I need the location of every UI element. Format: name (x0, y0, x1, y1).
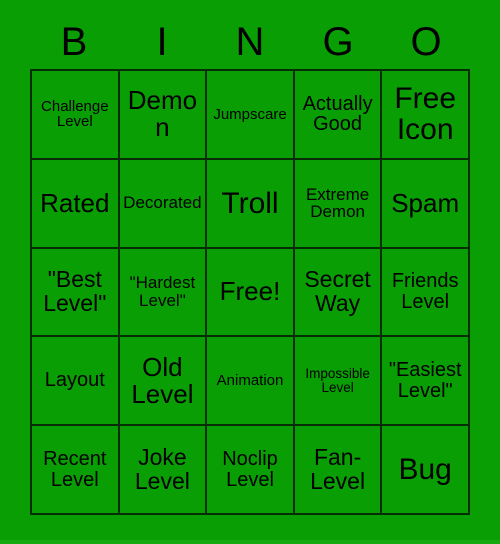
bottom-edge-strip (0, 540, 500, 544)
bingo-cell[interactable]: Spam (382, 159, 470, 249)
bingo-cell-label: Troll (221, 186, 279, 220)
bingo-header-letter-i: I (156, 20, 168, 64)
bingo-cell[interactable]: Animation (207, 337, 295, 427)
bingo-cell-label: Challenge Level (41, 97, 109, 131)
bingo-cell[interactable]: Free! (207, 248, 295, 338)
bingo-cell-label: Jumpscare (213, 105, 287, 123)
bingo-cell-label: "Hardest Level" (129, 273, 196, 310)
bingo-cell[interactable]: Joke Level (119, 426, 208, 515)
bingo-cell-label: Rated (40, 187, 110, 218)
bingo-cell-label: Extreme Demon (305, 184, 370, 222)
bingo-cell[interactable]: Recent Level (32, 426, 120, 515)
bingo-header-letter-o: O (410, 20, 442, 64)
bingo-cell-label: Old Level (131, 351, 194, 409)
bingo-cell-label: Free! (219, 276, 281, 307)
bingo-cell[interactable]: "Hardest Level" (119, 248, 208, 338)
bingo-cell-label: Decorated (123, 193, 202, 213)
bingo-cell[interactable]: Noclip Level (207, 426, 295, 515)
bingo-header-letter-n: N (235, 20, 265, 64)
bingo-header-letter-g: G (322, 20, 354, 64)
bingo-cell-label: Bug (398, 453, 452, 486)
bingo-cell-label: Layout (44, 369, 105, 392)
bingo-cell[interactable]: Extreme Demon (294, 159, 383, 249)
bingo-cell-label: "Easiest Level" (388, 358, 462, 402)
bingo-cell[interactable]: Challenge Level (32, 71, 120, 160)
bingo-cell-label: Free Icon (394, 82, 457, 147)
bingo-cell-label: Animation (216, 371, 284, 389)
bingo-cell-label: Noclip Level (222, 447, 278, 491)
bingo-cell-label: Spam (391, 187, 460, 218)
bingo-cell-label: Actually Good (302, 92, 373, 136)
bingo-cell-label: Demon (127, 85, 198, 143)
bingo-cell[interactable]: Bug (382, 426, 470, 515)
bingo-cell[interactable]: Troll (207, 159, 295, 249)
bingo-header-letter-b: B (60, 20, 88, 64)
bingo-cell[interactable]: Decorated (119, 159, 208, 249)
bingo-cell[interactable]: Old Level (119, 337, 208, 427)
bingo-cell-label: Fan-Level (310, 443, 366, 494)
bingo-cell-label: Joke Level (134, 443, 190, 494)
bingo-cell[interactable]: Layout (32, 337, 120, 427)
bingo-cell-label: Secret Way (304, 266, 371, 316)
bingo-cell[interactable]: Rated (32, 159, 120, 249)
bingo-cell[interactable]: Actually Good (294, 71, 383, 160)
bingo-cell[interactable]: Fan-Level (294, 426, 383, 515)
bingo-cell-label: Recent Level (43, 447, 107, 491)
bingo-cell[interactable]: Secret Way (294, 248, 383, 338)
bingo-cell[interactable]: Jumpscare (207, 71, 295, 160)
bingo-cell-label: Impossible Level (305, 365, 370, 395)
bingo-cell[interactable]: Demon (119, 71, 208, 160)
bingo-cell[interactable]: Friends Level (382, 248, 470, 338)
bingo-header: BINGO (30, 16, 470, 68)
bingo-cell[interactable]: Impossible Level (294, 337, 383, 427)
bingo-cell-label: Friends Level (391, 270, 459, 313)
bingo-grid: Challenge Level Demon Jumpscare Actually Go… (30, 69, 470, 515)
bingo-card: B I N G O Challenge Level Demon Jumpscare Actua… (0, 0, 500, 544)
bingo-cell[interactable]: Free Icon (382, 71, 470, 160)
bingo-cell[interactable]: "Easiest Level" (382, 337, 470, 427)
bingo-cell-label: "Best Level" (43, 266, 107, 316)
bingo-cell[interactable]: "Best Level" (32, 248, 120, 338)
